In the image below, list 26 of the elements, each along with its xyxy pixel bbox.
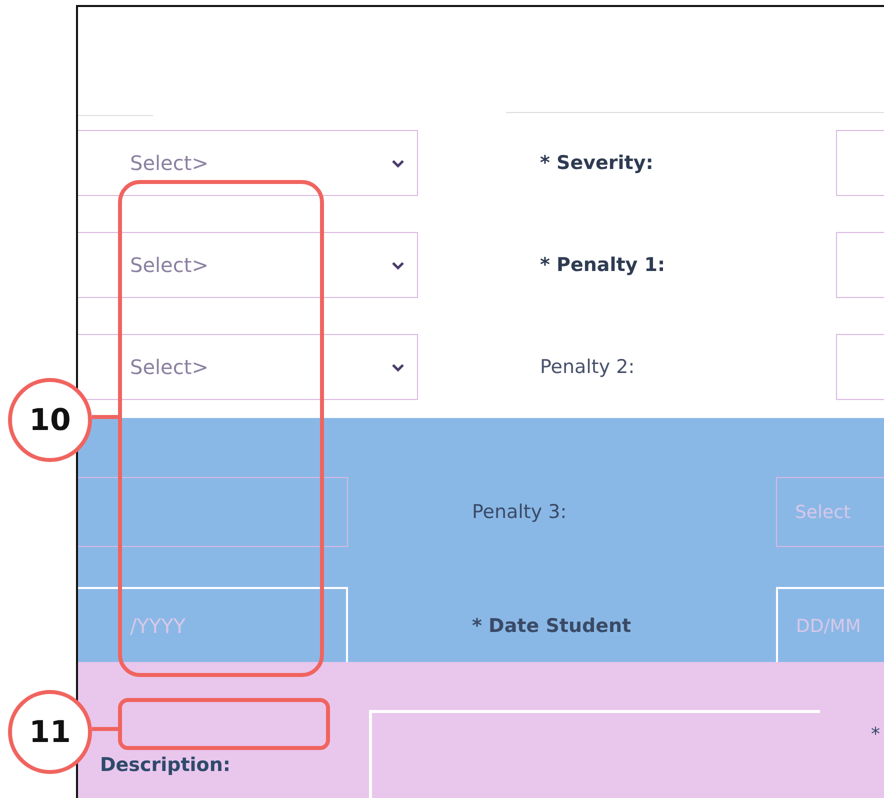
chevron-icon [391, 362, 405, 372]
field-label: * Severity: [540, 152, 654, 174]
select-field[interactable]: Select> [78, 334, 418, 400]
select-field[interactable] [836, 334, 884, 400]
select-field[interactable]: Select> [78, 232, 418, 298]
chevron-icon [391, 260, 405, 270]
callout-badge: 10 [8, 378, 92, 462]
field-label: Penalty 3: [472, 501, 568, 523]
select-field[interactable] [836, 232, 884, 298]
date-format: DD/MM [796, 616, 861, 636]
chevron-icon [391, 158, 405, 168]
select-value: Select> [130, 253, 208, 277]
field-label: Penalty 2: [540, 356, 635, 378]
field-label: * Date Student [472, 615, 632, 637]
select-value: Select> [130, 355, 208, 379]
date-format: /YYYY [130, 614, 186, 638]
select-value: Select> [130, 151, 208, 175]
select-field[interactable] [78, 477, 348, 547]
field-label: Description: [100, 754, 230, 776]
select-value: Select [795, 502, 851, 522]
required-mark: * [871, 724, 880, 745]
select-field[interactable] [836, 130, 884, 196]
description-field[interactable] [368, 710, 820, 798]
callout-badge: 11 [8, 690, 92, 774]
select-field[interactable]: Select> [78, 130, 418, 196]
field-label: * Penalty 1: [540, 254, 666, 276]
